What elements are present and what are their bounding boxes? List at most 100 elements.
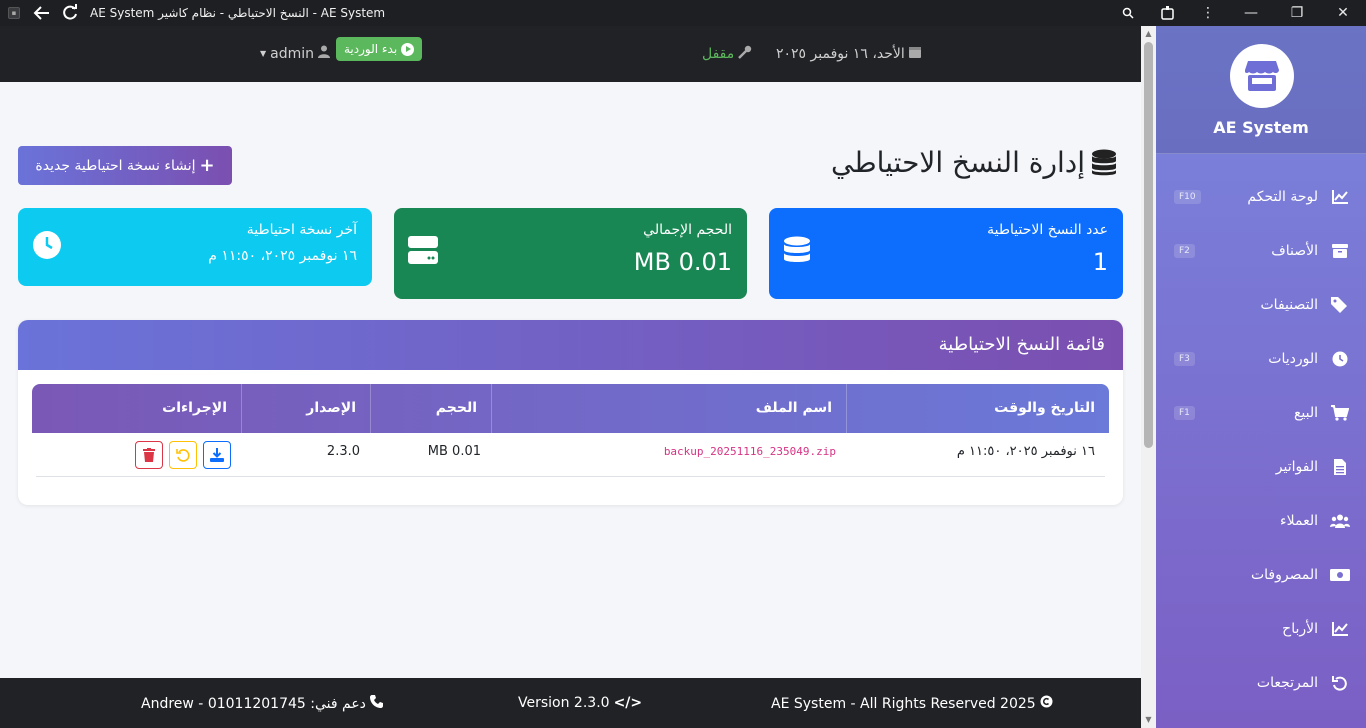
chevron-down-icon: ▼	[260, 49, 267, 58]
copyright: AE System - All Rights Reserved 2025	[771, 695, 1053, 712]
sidebar-item-customers[interactable]: العملاء	[1156, 501, 1366, 541]
header-datetime: التاريخ والوقت	[846, 384, 1109, 433]
reload-icon[interactable]	[56, 0, 84, 26]
undo-icon	[1330, 673, 1350, 693]
sidebar-item-label: العملاء	[1280, 513, 1318, 529]
page-scrollbar[interactable]: ▲ ▼	[1141, 26, 1156, 728]
sidebar-item-expenses[interactable]: المصروفات	[1156, 555, 1366, 595]
main-content: إدارة النسخ الاحتياطي + إنشاء نسخة احتيا…	[0, 82, 1141, 678]
sidebar-item-invoices[interactable]: الفواتير	[1156, 447, 1366, 487]
row-filename: backup_20251116_235049.zip	[663, 445, 836, 458]
start-shift-button[interactable]: بدء الوردية	[336, 37, 423, 61]
sidebar-item-label: الأصناف	[1271, 243, 1318, 259]
create-backup-button[interactable]: + إنشاء نسخة احتياطية جديدة	[18, 146, 232, 185]
page-title-text: إدارة النسخ الاحتياطي	[831, 146, 1085, 179]
sidebar-item-categories[interactable]: التصنيفات	[1156, 285, 1366, 325]
close-icon[interactable]: ✕	[1320, 0, 1366, 26]
scrollbar-thumb[interactable]	[1144, 42, 1153, 448]
sidebar-item-dashboard[interactable]: لوحة التحكم F10	[1156, 177, 1366, 217]
shortcut-badge: F10	[1174, 190, 1201, 204]
page-title: إدارة النسخ الاحتياطي	[831, 146, 1117, 179]
download-backup-button[interactable]	[203, 441, 231, 469]
sidebar-item-products[interactable]: الأصناف F2	[1156, 231, 1366, 271]
last-backup-label: آخر نسخة احتياطية	[246, 222, 357, 238]
row-actions	[36, 433, 241, 477]
sidebar-item-label: الورديات	[1268, 351, 1318, 367]
key-icon	[738, 45, 752, 63]
backup-list-title: قائمة النسخ الاحتياطية	[18, 320, 1123, 370]
restore-backup-button[interactable]	[169, 441, 197, 469]
sidebar-item-shifts[interactable]: الورديات F3	[1156, 339, 1366, 379]
copyright-icon	[1040, 695, 1053, 712]
sidebar-brand: AE System	[1156, 26, 1366, 154]
more-menu-icon[interactable]: ⋮	[1188, 0, 1228, 26]
sidebar-item-label: الأرباح	[1282, 621, 1318, 637]
minimize-icon[interactable]: —	[1228, 0, 1274, 26]
create-backup-label: إنشاء نسخة احتياطية جديدة	[35, 157, 196, 174]
copyright-text: AE System - All Rights Reserved 2025	[771, 695, 1036, 712]
sidebar-item-label: الفواتير	[1275, 459, 1318, 475]
footer: AE System - All Rights Reserved 2025 </>…	[0, 678, 1141, 728]
header-version: الإصدار	[241, 384, 370, 433]
chart-line-icon	[1330, 619, 1350, 639]
shortcut-badge: F3	[1174, 352, 1195, 366]
chart-line-icon	[1330, 187, 1350, 207]
total-size-label: الحجم الإجمالي	[643, 222, 732, 238]
date-text: الأحد، ١٦ نوفمبر ٢٠٢٥	[776, 45, 905, 62]
scroll-down-icon[interactable]: ▼	[1144, 716, 1153, 724]
app-icon: ▪	[8, 7, 20, 19]
trash-icon	[143, 448, 155, 462]
window-titlebar: ▪ AE System النسخ الاحتياطي - نظام كاشير…	[0, 0, 1366, 26]
current-date: الأحد، ١٦ نوفمبر ٢٠٢٥	[776, 45, 921, 62]
users-icon	[1330, 511, 1350, 531]
backup-count-card: عدد النسخ الاحتياطية 1	[769, 208, 1123, 299]
sidebar-item-label: المرتجعات	[1256, 675, 1318, 691]
row-version: 2.3.0	[326, 444, 360, 459]
sidebar-item-label: المصروفات	[1250, 567, 1318, 583]
phone-icon	[369, 695, 383, 712]
user-menu[interactable]: ▼ admin	[260, 45, 331, 62]
undo-icon	[176, 449, 190, 462]
invoice-icon	[1330, 457, 1350, 477]
restore-icon[interactable]: ❐	[1274, 0, 1320, 26]
clock-icon	[1330, 349, 1350, 369]
header-filename: اسم الملف	[491, 384, 846, 433]
delete-backup-button[interactable]	[135, 441, 163, 469]
calendar-icon	[908, 45, 921, 62]
header-actions: الإجراءات	[162, 400, 227, 416]
last-backup-card: آخر نسخة احتياطية ١٦ نوفمبر ٢٠٢٥، ١١:٥٠ …	[18, 208, 372, 286]
start-shift-label: بدء الوردية	[344, 42, 398, 56]
scroll-up-icon[interactable]: ▲	[1144, 30, 1153, 38]
total-size-card: الحجم الإجمالي 0.01 MB	[394, 208, 747, 299]
tags-icon	[1330, 295, 1350, 315]
shortcut-badge: F1	[1174, 406, 1195, 420]
row-datetime: ١٦ نوفمبر ٢٠٢٥، ١١:٥٠ م	[956, 444, 1095, 459]
code-icon: </>	[613, 695, 643, 711]
sidebar-item-returns[interactable]: المرتجعات	[1156, 663, 1366, 703]
register-status: مقفل	[702, 45, 752, 63]
sidebar-item-profits[interactable]: الأرباح	[1156, 609, 1366, 649]
money-icon	[1330, 565, 1350, 585]
support-text: دعم فني: 01011201745 - Andrew	[141, 695, 366, 712]
brand-name: AE System	[1213, 118, 1309, 137]
support-info: دعم فني: 01011201745 - Andrew	[141, 695, 383, 712]
row-size: 0.01 MB	[427, 444, 481, 459]
backup-table: التاريخ والوقت اسم الملف الحجم الإصدار ا…	[32, 384, 1109, 477]
database-icon	[1091, 149, 1117, 177]
cart-icon	[1330, 403, 1350, 423]
user-icon	[318, 45, 331, 62]
sidebar: AE System لوحة التحكم F10 الأصناف F2 الت…	[1156, 26, 1366, 728]
back-icon[interactable]	[28, 0, 56, 26]
search-icon[interactable]	[1108, 0, 1148, 26]
download-icon	[210, 448, 224, 462]
table-header: التاريخ والوقت اسم الملف الحجم الإصدار ا…	[32, 384, 1109, 433]
top-header: ▼ admin بدء الوردية مقفل الأحد، ١٦ نوفمب…	[0, 26, 1141, 82]
extensions-icon[interactable]	[1148, 0, 1188, 26]
last-backup-value: ١٦ نوفمبر ٢٠٢٥، ١١:٥٠ م	[208, 248, 357, 264]
store-logo-icon	[1230, 44, 1294, 108]
sidebar-item-label: لوحة التحكم	[1247, 189, 1318, 205]
database-icon	[783, 236, 811, 272]
sidebar-item-sales[interactable]: البيع F1	[1156, 393, 1366, 433]
hdd-icon	[408, 236, 438, 268]
table-row: ١٦ نوفمبر ٢٠٢٥، ١١:٥٠ م backup_20251116_…	[36, 433, 1105, 477]
